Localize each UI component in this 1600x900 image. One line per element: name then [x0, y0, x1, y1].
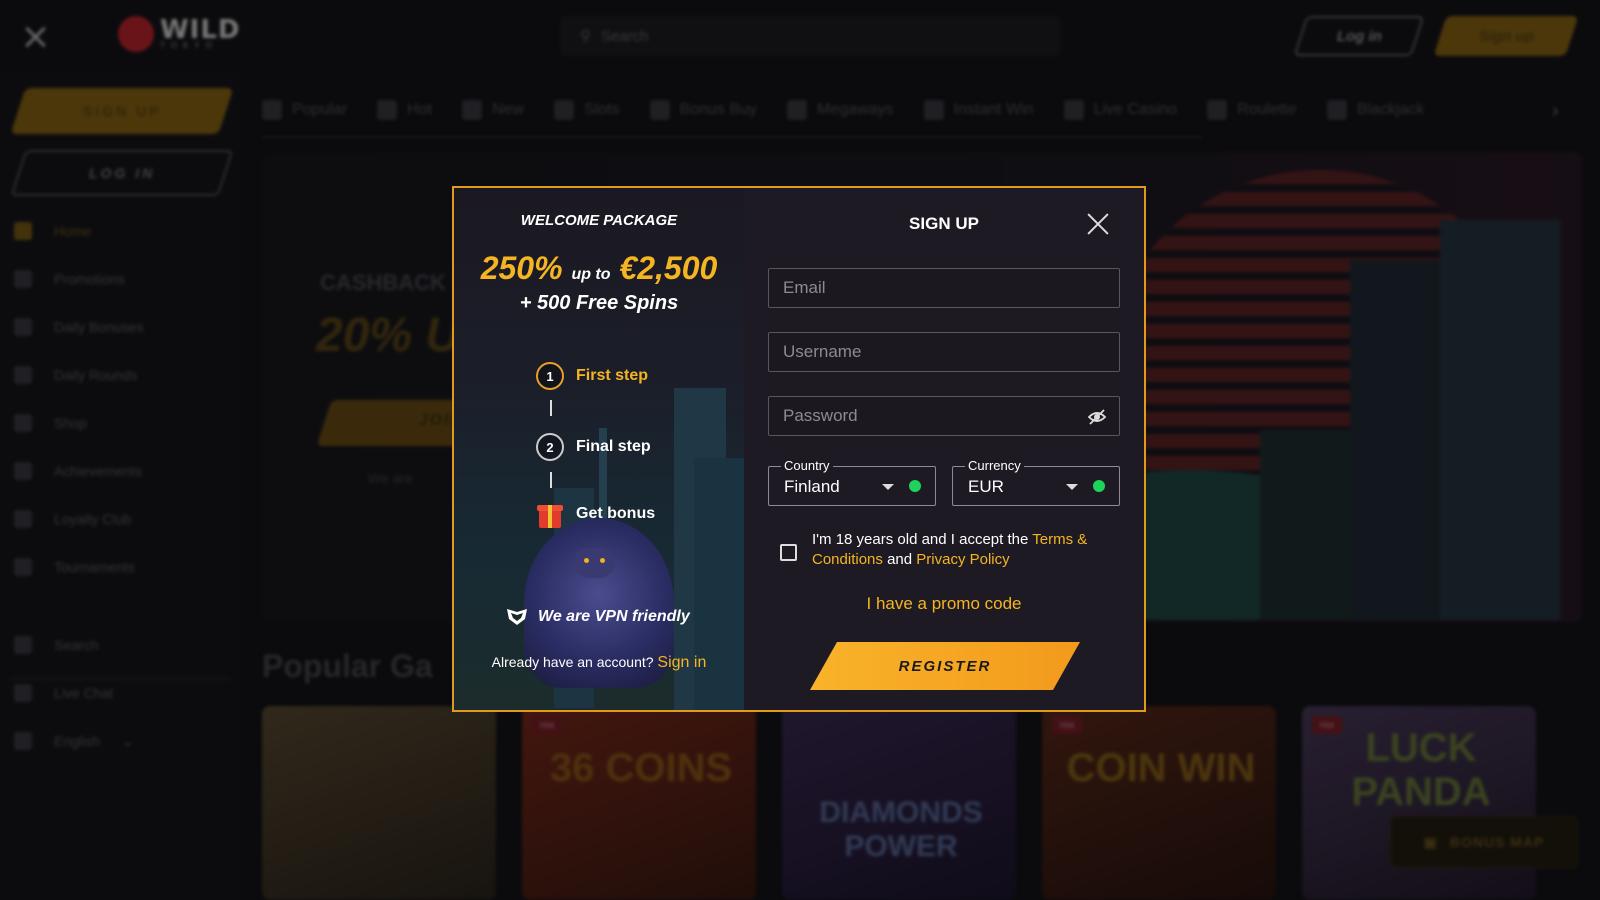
sign-in-link[interactable]: Sign in	[657, 654, 706, 671]
step-get-bonus: Get bonus	[536, 500, 655, 528]
signup-title: SIGN UP	[909, 214, 979, 233]
register-button[interactable]: REGISTER	[810, 642, 1080, 690]
promo-code-link[interactable]: I have a promo code	[744, 594, 1144, 614]
gift-icon	[536, 500, 564, 528]
welcome-amount: 250% up to €2,500	[454, 250, 744, 287]
chevron-down-icon	[882, 484, 894, 490]
username-field[interactable]	[768, 332, 1120, 372]
currency-value: EUR	[968, 477, 1004, 496]
username-input[interactable]	[769, 333, 1119, 371]
step-number: 2	[536, 433, 564, 461]
terms-and: and	[887, 551, 913, 568]
step-label: Final step	[576, 438, 651, 455]
promo-building-art	[694, 458, 744, 710]
privacy-link[interactable]: Privacy Policy	[916, 551, 1009, 568]
vpn-friendly-note: We are VPN friendly	[506, 608, 690, 626]
close-icon[interactable]	[1086, 212, 1110, 236]
currency-select[interactable]: Currency EUR	[952, 458, 1120, 506]
password-field[interactable]	[768, 396, 1120, 436]
country-value: Finland	[784, 477, 840, 496]
country-label: Country	[781, 458, 833, 473]
terms-prefix: I'm 18 years old and I accept the	[812, 531, 1029, 548]
step-label: First step	[576, 367, 649, 384]
step-final: 2 Final step	[536, 433, 651, 461]
register-label: REGISTER	[898, 657, 992, 675]
chevron-down-icon	[1066, 484, 1078, 490]
welcome-package-panel: WELCOME PACKAGE 250% up to €2,500 + 500 …	[454, 188, 744, 710]
step-connector	[550, 400, 552, 416]
welcome-value: €2,500	[619, 250, 718, 286]
valid-status-icon	[1093, 480, 1105, 492]
signup-modal: WELCOME PACKAGE 250% up to €2,500 + 500 …	[452, 186, 1146, 712]
gorilla-face-art	[574, 548, 614, 578]
shield-icon	[507, 609, 527, 625]
eye-off-icon[interactable]	[1087, 407, 1107, 427]
email-input[interactable]	[769, 269, 1119, 307]
age-terms-checkbox[interactable]	[780, 544, 797, 561]
welcome-upto: up to	[571, 266, 611, 283]
currency-label: Currency	[965, 458, 1024, 473]
welcome-package-title: WELCOME PACKAGE	[520, 212, 678, 229]
free-spins-text: + 500 Free Spins	[519, 292, 679, 314]
password-input[interactable]	[769, 397, 1119, 435]
country-select[interactable]: Country Finland	[768, 458, 936, 506]
terms-text: I'm 18 years old and I accept the Terms …	[812, 530, 1122, 570]
valid-status-icon	[909, 480, 921, 492]
step-label: Get bonus	[576, 505, 656, 522]
email-field[interactable]	[768, 268, 1120, 308]
step-number: 1	[536, 362, 564, 390]
welcome-percent: 250%	[480, 250, 563, 286]
step-connector	[550, 472, 552, 488]
have-account-label: Already have an account?	[491, 654, 654, 670]
gorilla-eye-art	[600, 558, 605, 563]
step-first: 1 First step	[536, 362, 648, 390]
gorilla-eye-art	[584, 558, 589, 563]
have-account-text: Already have an account? Sign in	[454, 654, 744, 672]
vpn-text: We are VPN friendly	[538, 608, 690, 625]
